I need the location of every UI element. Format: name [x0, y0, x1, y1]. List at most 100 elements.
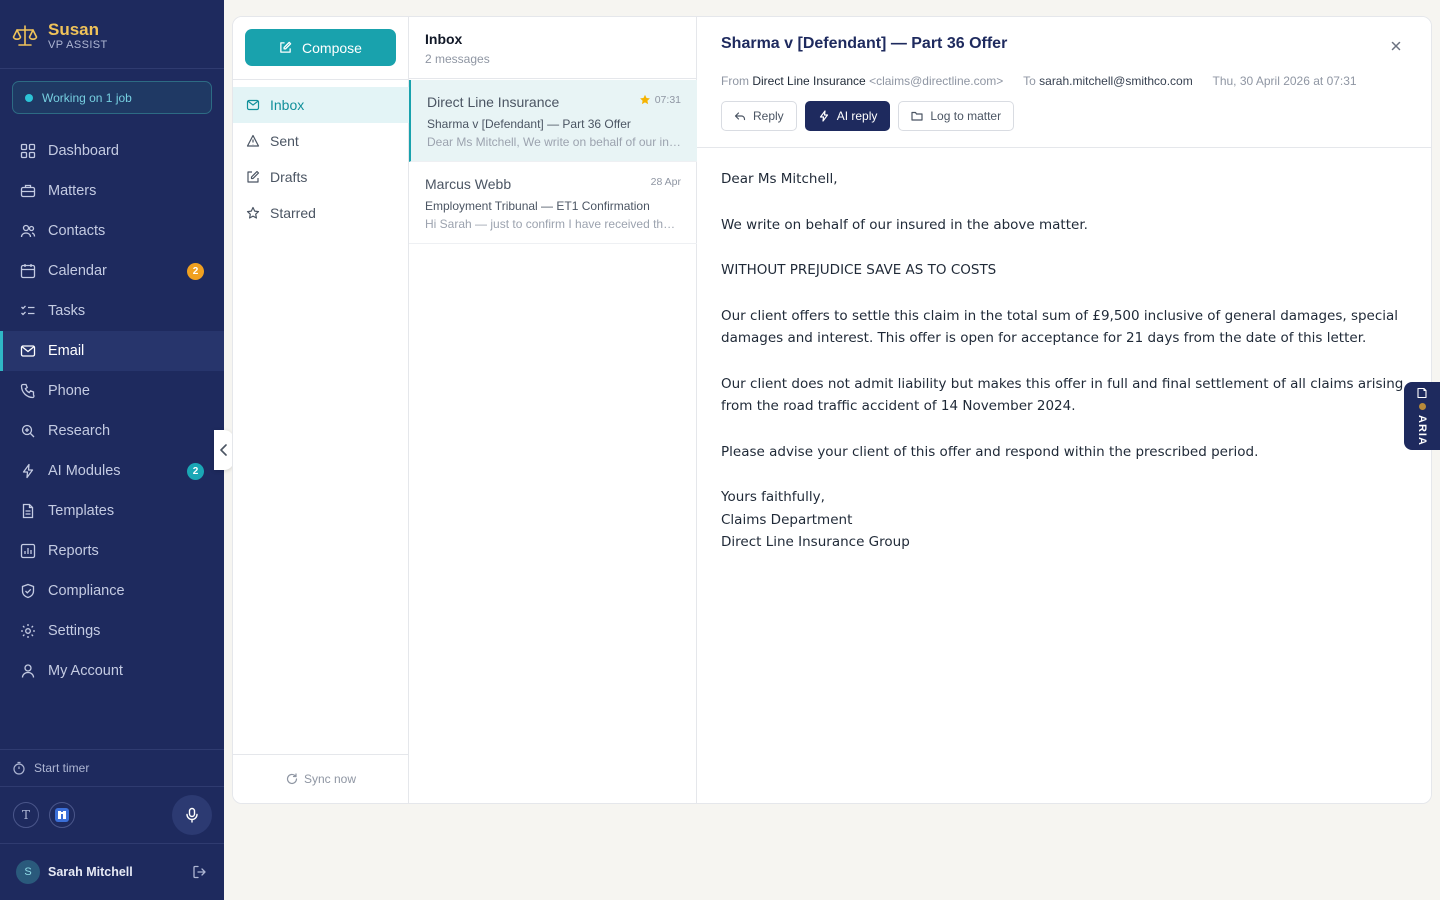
nav-item-email[interactable]: Email [0, 331, 224, 371]
nav-item-contacts[interactable]: Contacts [0, 211, 224, 251]
folder-starred[interactable]: Starred [233, 195, 409, 231]
user-icon [20, 663, 36, 679]
app-shortcut-button[interactable] [49, 802, 75, 828]
nav-item-matters[interactable]: Matters [0, 171, 224, 211]
signature-line: Yours faithfully, [721, 489, 825, 505]
nav-label: Email [48, 343, 85, 359]
mail-icon [20, 343, 36, 359]
folder-drafts[interactable]: Drafts [233, 159, 409, 195]
nav-item-dashboard[interactable]: Dashboard [0, 131, 224, 171]
nav-item-tasks[interactable]: Tasks [0, 291, 224, 331]
nav-label: Reports [48, 543, 99, 559]
status-dot-icon [25, 93, 33, 102]
divider [233, 79, 409, 80]
nav-item-phone[interactable]: Phone [0, 371, 224, 411]
list-title: Inbox [425, 31, 463, 47]
nav-label: Compliance [48, 583, 125, 599]
bolt-icon [819, 110, 828, 122]
microphone-icon [186, 807, 198, 823]
nav-label: Research [48, 423, 111, 439]
from-name[interactable]: Direct Line Insurance [752, 74, 865, 88]
star-filled-icon[interactable] [639, 94, 651, 106]
user-name: Sarah Mitchell [48, 865, 133, 879]
close-icon[interactable] [1389, 39, 1403, 53]
signature: Yours faithfully, Claims Department Dire… [721, 486, 1407, 554]
microphone-button[interactable] [172, 795, 212, 835]
chart-icon [20, 543, 36, 559]
nav-label: My Account [48, 663, 123, 679]
job-status-label: Working on 1 job [42, 90, 132, 105]
body-paragraph: Please advise your client of this offer … [721, 443, 1259, 460]
body-paragraph: Our client does not admit liability but … [721, 375, 1404, 415]
note-icon [1417, 387, 1427, 399]
compose-label: Compose [302, 39, 362, 56]
nav-item-research[interactable]: Research [0, 411, 224, 451]
stopwatch-icon [13, 761, 25, 775]
signature-line: Direct Line Insurance Group [721, 534, 910, 550]
nav-item-calendar[interactable]: Calendar 2 [0, 251, 224, 291]
job-status-pill[interactable]: Working on 1 job [12, 81, 212, 114]
divider [233, 754, 409, 755]
logout-icon[interactable] [192, 864, 208, 880]
nav-label: AI Modules [48, 463, 121, 479]
main-nav: Dashboard Matters Contacts Calendar 2 Ta… [0, 131, 224, 691]
body-paragraph: We write on behalf of our insured in the… [721, 216, 1088, 233]
body-paragraph: WITHOUT PREJUDICE SAVE AS TO COSTS [721, 262, 997, 278]
ai-reply-button[interactable]: AI reply [804, 101, 891, 131]
list-header: Inbox 2 messages [409, 17, 697, 79]
folder-inbox[interactable]: Inbox [233, 87, 409, 123]
chevron-left-icon [220, 444, 227, 456]
divider [697, 147, 1431, 148]
nav-label: Templates [48, 503, 115, 519]
edit-icon [247, 170, 260, 183]
message-count: 2 messages [425, 52, 490, 66]
nav-item-reports[interactable]: Reports [0, 531, 224, 571]
divider [0, 843, 224, 844]
nav-item-settings[interactable]: Settings [0, 611, 224, 651]
nav-label: Calendar [48, 263, 107, 279]
reply-button[interactable]: Reply [721, 101, 797, 131]
nav-label: Settings [48, 623, 101, 639]
nav-label: Matters [48, 183, 97, 199]
nav-item-my-account[interactable]: My Account [0, 651, 224, 691]
start-timer-button[interactable]: Start timer [12, 759, 89, 777]
grid-icon [20, 143, 36, 159]
tool-t-button[interactable]: T [13, 802, 39, 828]
aria-assistant-tab[interactable]: ARIA [1404, 382, 1440, 450]
from-email: <claims@directline.com> [869, 74, 1004, 88]
start-timer-label: Start timer [34, 761, 90, 775]
shield-icon [20, 583, 36, 599]
bolt-icon [20, 463, 36, 479]
sync-now-button[interactable]: Sync now [233, 772, 409, 786]
sent-date: Thu, 30 April 2026 at 07:31 [1212, 74, 1357, 88]
message-item[interactable]: Direct Line Insurance 07:31 Sharma v [De… [409, 80, 697, 162]
nav-item-templates[interactable]: Templates [0, 491, 224, 531]
message-time: 28 Apr [651, 176, 681, 188]
email-panel: Compose Inbox Sent Drafts Starred Sync n… [232, 16, 1432, 804]
message-preview: Dear Ms Mitchell, We write on behalf of … [427, 135, 681, 149]
user-profile[interactable]: S Sarah Mitchell [16, 860, 133, 884]
inbox-icon [246, 99, 260, 111]
sidebar: Susan VP ASSIST Working on 1 job Dashboa… [0, 0, 224, 900]
brand[interactable]: Susan VP ASSIST [12, 16, 108, 56]
sync-now-label: Sync now [303, 772, 357, 786]
star-icon [246, 206, 260, 219]
folder-sent[interactable]: Sent [233, 123, 409, 159]
nav-item-ai-modules[interactable]: AI Modules 2 [0, 451, 224, 491]
reply-label: Reply [753, 109, 784, 123]
compose-button[interactable]: Compose [245, 29, 396, 66]
body-greeting: Dear Ms Mitchell, [721, 171, 838, 187]
ai-modules-badge: 2 [187, 463, 204, 480]
gear-icon [20, 623, 36, 639]
sidebar-collapse-button[interactable] [214, 430, 234, 470]
app-logo-icon [55, 808, 69, 822]
briefcase-icon [20, 183, 36, 199]
message-item[interactable]: Marcus Webb 28 Apr Employment Tribunal —… [409, 162, 697, 244]
log-to-matter-button[interactable]: Log to matter [898, 101, 1015, 131]
refresh-icon [286, 773, 298, 785]
avatar: S [16, 860, 40, 884]
scales-logo-icon [12, 25, 38, 46]
to-label: To [1023, 74, 1036, 88]
nav-item-compliance[interactable]: Compliance [0, 571, 224, 611]
nav-label: Tasks [48, 303, 86, 319]
